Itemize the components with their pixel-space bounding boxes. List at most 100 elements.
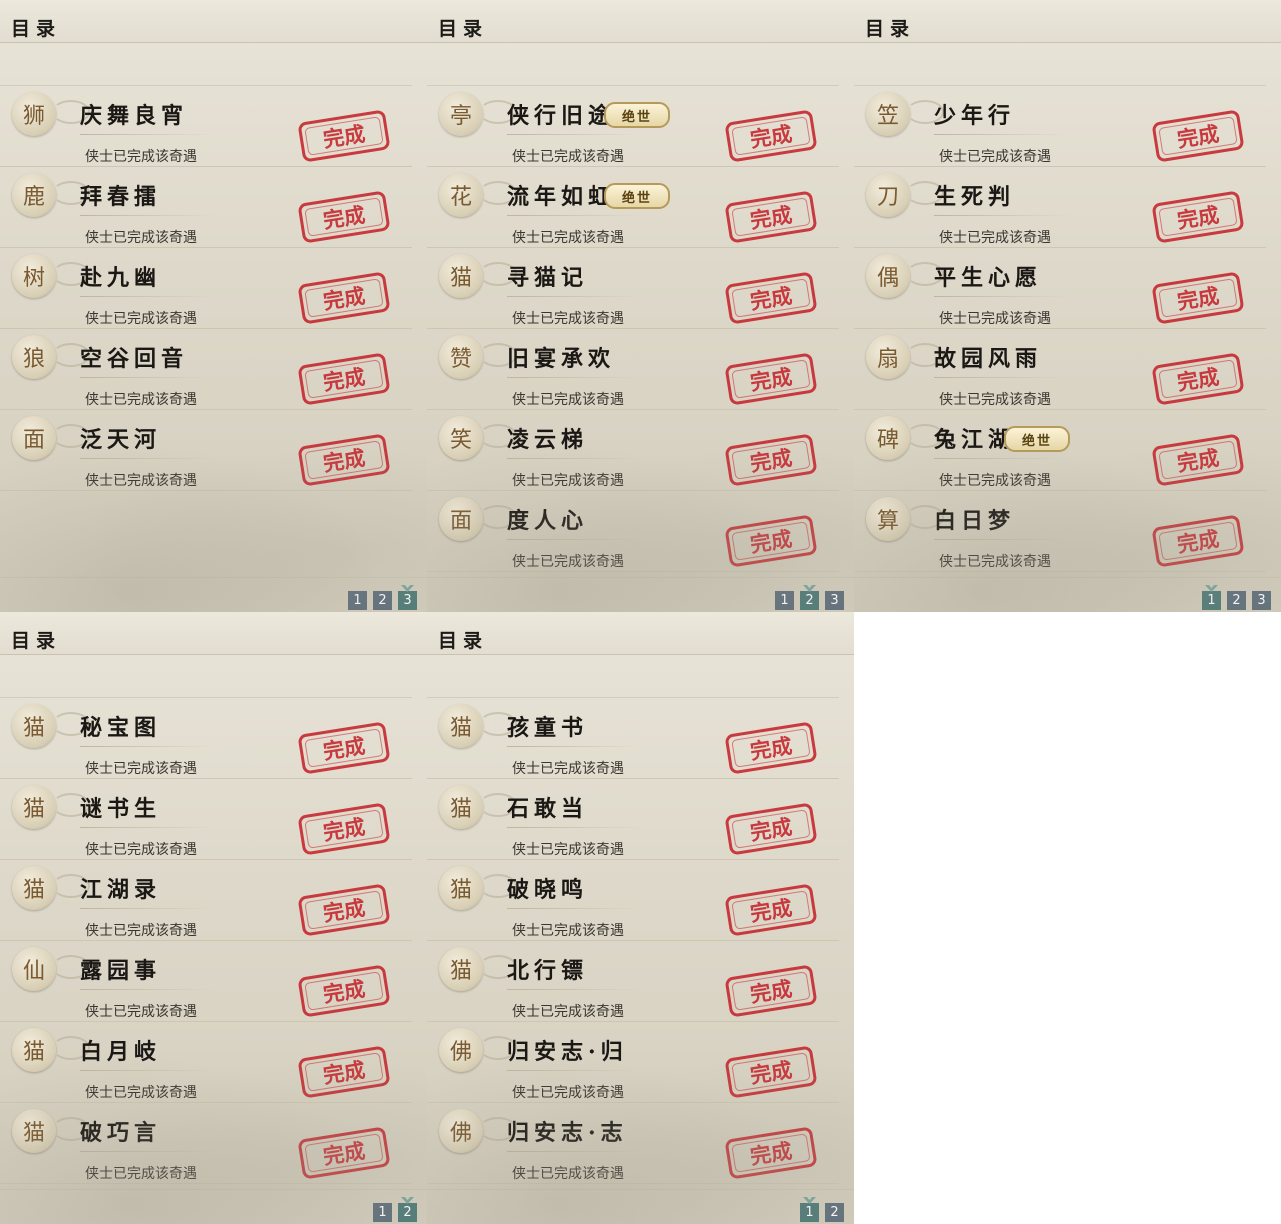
completion-status: 侠士已完成该奇遇 <box>512 473 624 489</box>
encounter-item[interactable]: 刀生死判 侠士已完成该奇遇 完成 <box>854 167 1266 248</box>
encounter-item[interactable]: 笑凌云梯 侠士已完成该奇遇 完成 <box>427 410 839 491</box>
name-underline <box>507 134 642 135</box>
completed-stamp: 完成 <box>724 109 818 163</box>
name-underline <box>507 539 642 540</box>
panel-header: 目录 <box>854 0 1281 43</box>
encounter-item[interactable]: 花流年如虹 绝世 侠士已完成该奇遇 完成 <box>427 167 839 248</box>
panel-title: 目录 <box>438 18 489 40</box>
encounter-item[interactable]: 狮庆舞良宵 侠士已完成该奇遇 完成 <box>0 86 412 167</box>
page-button-1[interactable]: 1 <box>373 1203 392 1222</box>
encounter-item[interactable]: 偶平生心愿 侠士已完成该奇遇 完成 <box>854 248 1266 329</box>
encounter-list: 猫秘宝图 侠士已完成该奇遇 完成猫谜书生 侠士已完成该奇遇 完成猫江湖录 侠士已完成该奇遇… <box>0 697 412 1184</box>
doll-icon: 偶 <box>866 254 910 298</box>
encounter-item[interactable]: 亭侠行旧途 绝世 侠士已完成该奇遇 完成 <box>427 86 839 167</box>
encounter-item[interactable]: 猫北行镖 侠士已完成该奇遇 完成 <box>427 941 839 1022</box>
completion-status: 侠士已完成该奇遇 <box>512 230 624 246</box>
completed-stamp: 完成 <box>724 1126 818 1180</box>
completion-status: 侠士已完成该奇遇 <box>85 230 197 246</box>
name-underline <box>507 1151 642 1152</box>
completed-stamp: 完成 <box>1151 190 1245 244</box>
encounter-item[interactable]: 算白日梦 侠士已完成该奇遇 完成 <box>854 491 1266 572</box>
catalog-panel: 目录笠少年行 侠士已完成该奇遇 完成刀生死判 侠士已完成该奇遇 完成偶平生心愿 侠士已完成… <box>854 0 1281 612</box>
page-button-1[interactable]: 1 <box>775 591 794 610</box>
encounter-item[interactable]: 佛归安志·志 侠士已完成该奇遇 完成 <box>427 1103 839 1184</box>
encounter-name: 庆舞良宵 <box>80 103 189 129</box>
completion-status: 侠士已完成该奇遇 <box>939 311 1051 327</box>
encounter-item[interactable]: 赞旧宴承欢 侠士已完成该奇遇 完成 <box>427 329 839 410</box>
completed-stamp: 完成 <box>297 190 391 244</box>
name-underline <box>80 215 215 216</box>
pagination: 12 <box>373 1203 417 1222</box>
name-underline <box>80 296 215 297</box>
golden-statue-icon: 佛 <box>439 1109 483 1153</box>
completion-status: 侠士已完成该奇遇 <box>939 230 1051 246</box>
page-button-3[interactable]: 3 <box>1252 591 1271 610</box>
encounter-item[interactable]: 猫江湖录 侠士已完成该奇遇 完成 <box>0 860 412 941</box>
encounter-name: 谜书生 <box>80 796 162 822</box>
name-underline <box>507 908 642 909</box>
encounter-item[interactable]: 猫孩童书 侠士已完成该奇遇 完成 <box>427 698 839 779</box>
footer-divider <box>427 577 854 578</box>
encounter-item[interactable]: 猫破巧言 侠士已完成该奇遇 完成 <box>0 1103 412 1184</box>
encounter-item[interactable]: 猫石敢当 侠士已完成该奇遇 完成 <box>427 779 839 860</box>
name-underline <box>507 296 642 297</box>
name-underline <box>507 746 642 747</box>
page-button-2[interactable]: 2 <box>800 591 819 610</box>
golden-statue-icon: 佛 <box>439 1028 483 1072</box>
page-button-1[interactable]: 1 <box>1202 591 1221 610</box>
encounter-name: 兔江湖 <box>934 427 1016 453</box>
catalog-panel: 目录狮庆舞良宵 侠士已完成该奇遇 完成鹿拜春擂 侠士已完成该奇遇 完成树赴九幽 侠士已完成… <box>0 0 427 612</box>
kangaroo-icon: 鹿 <box>12 173 56 217</box>
name-underline <box>934 134 1069 135</box>
page-button-2[interactable]: 2 <box>825 1203 844 1222</box>
page-button-2[interactable]: 2 <box>373 591 392 610</box>
encounter-name: 破巧言 <box>80 1120 162 1146</box>
encounter-item[interactable]: 碑兔江湖 绝世 侠士已完成该奇遇 完成 <box>854 410 1266 491</box>
completion-status: 侠士已完成该奇遇 <box>85 842 197 858</box>
legendary-badge: 绝世 <box>604 183 670 209</box>
completion-status: 侠士已完成该奇遇 <box>85 1085 197 1101</box>
encounter-item[interactable]: 猫寻猫记 侠士已完成该奇遇 完成 <box>427 248 839 329</box>
legendary-badge: 绝世 <box>1004 426 1070 452</box>
encounter-item[interactable]: 仙露园事 侠士已完成该奇遇 完成 <box>0 941 412 1022</box>
page-button-2[interactable]: 2 <box>1227 591 1246 610</box>
encounter-name: 拜春擂 <box>80 184 162 210</box>
encounter-item[interactable]: 猫秘宝图 侠士已完成该奇遇 完成 <box>0 698 412 779</box>
encounter-item[interactable]: 佛归安志·归 侠士已完成该奇遇 完成 <box>427 1022 839 1103</box>
encounter-name: 寻猫记 <box>507 265 589 291</box>
footer-divider <box>854 577 1281 578</box>
cat-face-icon: 猫 <box>439 704 483 748</box>
completed-stamp: 完成 <box>297 109 391 163</box>
encounter-name: 归安志·志 <box>507 1120 628 1146</box>
catalog-panel: 目录猫秘宝图 侠士已完成该奇遇 完成猫谜书生 侠士已完成该奇遇 完成猫江湖录 侠士已完成该… <box>0 612 427 1224</box>
encounter-item[interactable]: 猫白月岐 侠士已完成该奇遇 完成 <box>0 1022 412 1103</box>
encounter-name: 露园事 <box>80 958 162 984</box>
thumbs-up-icon: 赞 <box>439 335 483 379</box>
cat-face-icon: 猫 <box>12 785 56 829</box>
encounter-item[interactable]: 扇故园风雨 侠士已完成该奇遇 完成 <box>854 329 1266 410</box>
page-button-1[interactable]: 1 <box>800 1203 819 1222</box>
completion-status: 侠士已完成该奇遇 <box>512 1004 624 1020</box>
cat-face-icon: 猫 <box>12 866 56 910</box>
encounter-name: 石敢当 <box>507 796 589 822</box>
page-button-3[interactable]: 3 <box>398 591 417 610</box>
encounter-name: 侠行旧途 <box>507 103 616 129</box>
encounter-item[interactable]: 鹿拜春擂侠士已完成该奇遇 完成 <box>0 167 412 248</box>
encounter-item[interactable]: 狼空谷回音 侠士已完成该奇遇 完成 <box>0 329 412 410</box>
page-button-2[interactable]: 2 <box>398 1203 417 1222</box>
completion-status: 侠士已完成该奇遇 <box>512 311 624 327</box>
encounter-item[interactable]: 笠少年行 侠士已完成该奇遇 完成 <box>854 86 1266 167</box>
cat-face-icon: 猫 <box>12 1028 56 1072</box>
encounter-item[interactable]: 猫破晓鸣 侠士已完成该奇遇 完成 <box>427 860 839 941</box>
page-button-1[interactable]: 1 <box>348 591 367 610</box>
page-button-3[interactable]: 3 <box>825 591 844 610</box>
catalog-panel: 目录猫孩童书 侠士已完成该奇遇 完成猫石敢当 侠士已完成该奇遇 完成猫破晓鸣 侠士已完成该… <box>427 612 854 1224</box>
encounter-list: 亭侠行旧途 绝世 侠士已完成该奇遇 完成花流年如虹 绝世 侠士已完成该奇遇 完成猫寻猫记 侠士… <box>427 85 839 572</box>
encounter-item[interactable]: 面泛天河 侠士已完成该奇遇 完成 <box>0 410 412 491</box>
completion-status: 侠士已完成该奇遇 <box>512 149 624 165</box>
completion-status: 侠士已完成该奇遇 <box>85 1166 197 1182</box>
encounter-item[interactable]: 树赴九幽 侠士已完成该奇遇 完成 <box>0 248 412 329</box>
encounter-item[interactable]: 面度人心 侠士已完成该奇遇 完成 <box>427 491 839 572</box>
completed-stamp: 完成 <box>724 721 818 775</box>
encounter-item[interactable]: 猫谜书生 侠士已完成该奇遇 完成 <box>0 779 412 860</box>
